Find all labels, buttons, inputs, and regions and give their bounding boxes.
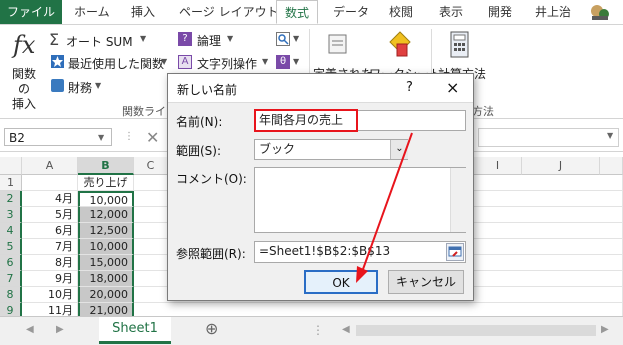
annotation-arrow bbox=[356, 132, 413, 283]
